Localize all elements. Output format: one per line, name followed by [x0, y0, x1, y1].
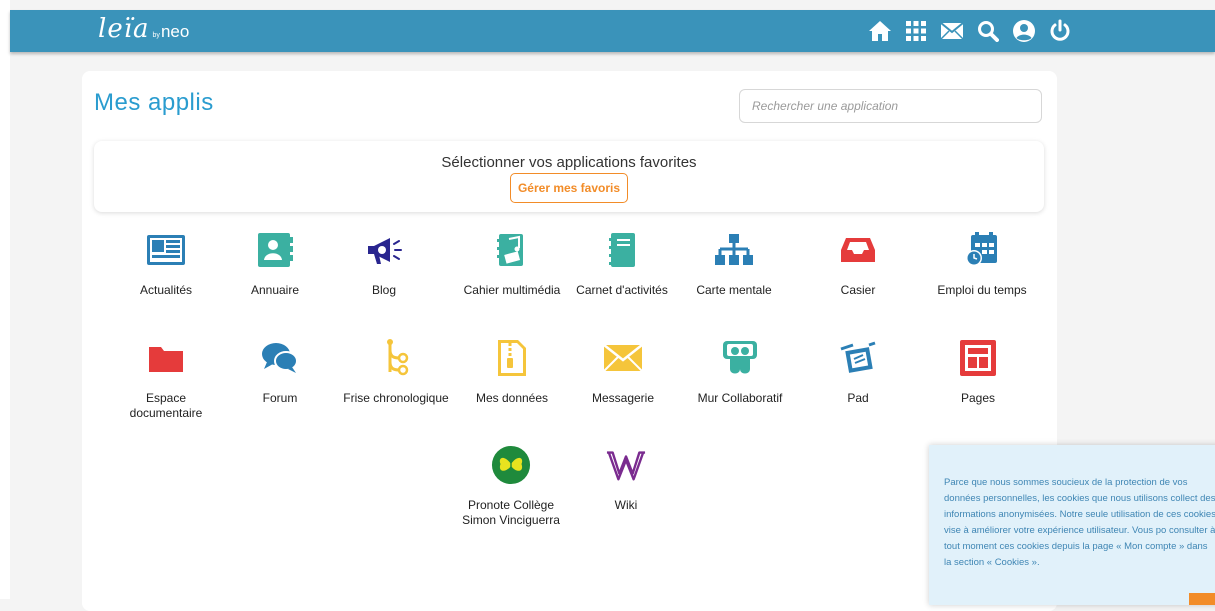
app-label: Frise chronologique [343, 391, 449, 405]
app-label: Casier [840, 283, 876, 297]
app-espace-documentaire[interactable]: Espace documentaire [111, 338, 221, 421]
app-label: Carte mentale [696, 283, 772, 297]
folder-icon [146, 338, 186, 378]
app-label: Mes données [475, 391, 549, 405]
app-label: Cahier multimédia [463, 283, 561, 297]
app-label: Espace documentaire [129, 391, 203, 420]
manage-favorites-button[interactable]: Gérer mes favoris [510, 173, 628, 203]
search-icon[interactable] [975, 18, 1001, 44]
sitemap-icon [714, 230, 754, 270]
app-messagerie[interactable]: Messagerie [568, 338, 678, 406]
header-icons [867, 18, 1073, 44]
app-label: Emploi du temps [937, 283, 1027, 297]
app-label: Messagerie [591, 391, 655, 405]
newspaper-icon [146, 230, 186, 270]
app-search-input[interactable] [739, 89, 1042, 123]
zip-file-icon [492, 338, 532, 378]
logo-by-text: by [152, 32, 160, 39]
cookie-banner-text: Parce que nous sommes soucieux de la pro… [944, 477, 1215, 568]
app-label: Pages [960, 391, 996, 405]
user-icon[interactable] [1011, 18, 1037, 44]
pad-icon [838, 338, 878, 378]
app-label: Pronote Collège Simon Vinciguerra [462, 498, 560, 527]
top-navigation-bar: leïa by neo [10, 10, 1215, 52]
app-label: Blog [371, 283, 397, 297]
chat-bubbles-icon [260, 338, 300, 378]
cookie-accept-button[interactable] [1189, 593, 1215, 605]
cookie-banner: Parce que nous sommes soucieux de la pro… [929, 445, 1215, 605]
page-title: Mes applis [94, 89, 214, 116]
logo-neo-text: neo [160, 22, 190, 41]
power-icon[interactable] [1047, 18, 1073, 44]
app-label: Wiki [614, 498, 638, 512]
app-actualites[interactable]: Actualités [111, 230, 221, 298]
app-label: Actualités [139, 283, 193, 297]
collaborative-wall-icon [720, 338, 760, 378]
app-logo[interactable]: leïa by neo [98, 14, 189, 44]
mail-icon[interactable] [939, 18, 965, 44]
app-forum[interactable]: Forum [225, 338, 335, 406]
main-card: Mes applis Sélectionner vos applications… [82, 71, 1057, 611]
favorites-panel: Sélectionner vos applications favorites … [94, 141, 1044, 212]
left-edge-strip [0, 0, 10, 599]
app-carte-mentale[interactable]: Carte mentale [679, 230, 789, 298]
contact-book-icon [255, 230, 295, 270]
app-cahier-multimedia[interactable]: Cahier multimédia [457, 230, 567, 298]
app-label: Forum [262, 391, 298, 405]
apps-grid-icon[interactable] [903, 18, 929, 44]
multimedia-notebook-icon [492, 230, 532, 270]
app-casier[interactable]: Casier [803, 230, 913, 298]
app-pages[interactable]: Pages [923, 338, 1033, 406]
megaphone-icon [364, 230, 404, 270]
app-blog[interactable]: Blog [329, 230, 439, 298]
app-frise-chronologique[interactable]: Frise chronologique [341, 338, 451, 406]
app-label: Carnet d'activités [576, 283, 668, 297]
inbox-tray-icon [838, 230, 878, 270]
wikipedia-w-icon [606, 445, 646, 485]
app-pad[interactable]: Pad [803, 338, 913, 406]
app-emploi-du-temps[interactable]: Emploi du temps [927, 230, 1037, 298]
app-wiki[interactable]: Wiki [571, 445, 681, 513]
home-icon[interactable] [867, 18, 893, 44]
notebook-icon [602, 230, 642, 270]
app-label: Pad [847, 391, 869, 405]
timeline-icon [376, 338, 416, 378]
calendar-clock-icon [962, 230, 1002, 270]
app-label: Annuaire [250, 283, 300, 297]
app-carnet-activites[interactable]: Carnet d'activités [567, 230, 677, 298]
favorites-title: Sélectionner vos applications favorites [441, 154, 697, 171]
app-mur-collaboratif[interactable]: Mur Collaboratif [685, 338, 795, 406]
pages-icon [958, 338, 998, 378]
pronote-butterfly-icon [491, 445, 531, 485]
envelope-icon [603, 338, 643, 378]
app-annuaire[interactable]: Annuaire [220, 230, 330, 298]
app-pronote[interactable]: Pronote Collège Simon Vinciguerra [456, 445, 566, 528]
app-label: Mur Collaboratif [697, 391, 783, 405]
logo-script-text: leïa [98, 14, 150, 44]
app-mes-donnees[interactable]: Mes données [457, 338, 567, 406]
